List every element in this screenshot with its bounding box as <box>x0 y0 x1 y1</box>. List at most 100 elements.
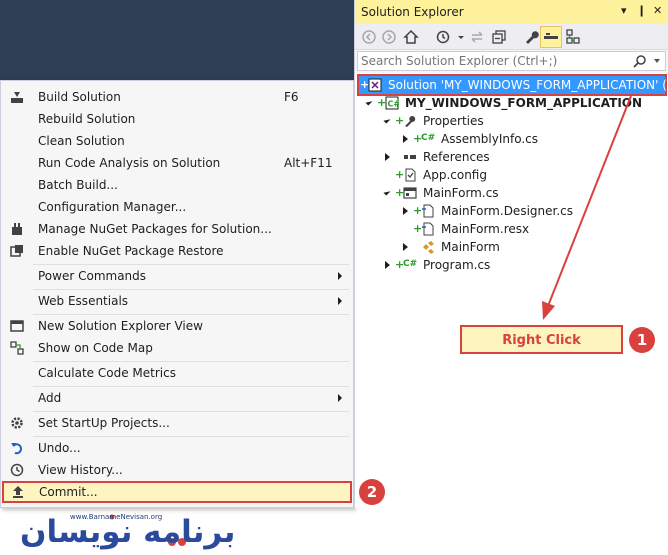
menu-item-label: View History... <box>38 463 123 477</box>
menu-item-web-essentials[interactable]: Web Essentials <box>2 290 352 312</box>
menu-item-label: Power Commands <box>38 269 147 283</box>
menu-item-label: Rebuild Solution <box>38 112 136 126</box>
tree-node-assemblyinfo[interactable]: + C# AssemblyInfo.cs <box>355 130 665 148</box>
menu-item-clean-solution[interactable]: Clean Solution <box>2 130 352 152</box>
search-options-dropdown-icon[interactable] <box>654 59 660 63</box>
menu-item-undo[interactable]: Undo... <box>2 437 352 459</box>
collapse-all-icon[interactable] <box>491 29 507 45</box>
menu-item-calculate-code-metrics[interactable]: Calculate Code Metrics <box>2 362 352 384</box>
solution-tree: + Solution 'MY_WINDOWS_FORM_APPLICATION'… <box>355 73 668 508</box>
expander-open-icon[interactable] <box>383 188 391 196</box>
tree-node-program-cs[interactable]: + C# Program.cs <box>355 256 665 274</box>
menu-item-label: Add <box>38 391 62 405</box>
tree-node-label: Properties <box>423 114 484 128</box>
home-icon[interactable] <box>403 29 419 45</box>
menu-item-commit[interactable]: Commit... <box>2 481 352 503</box>
svg-text:C#: C# <box>388 100 400 109</box>
menu-item-label: Batch Build... <box>38 178 118 192</box>
nuget-icon <box>12 223 22 235</box>
submenu-arrow-icon <box>338 272 342 280</box>
tree-node-label: MainForm <box>441 240 500 254</box>
history-icon[interactable] <box>435 29 451 45</box>
menu-item-set-startup-projects[interactable]: Set StartUp Projects... <box>2 412 352 434</box>
step-badge-2: 2 <box>359 479 385 505</box>
references-icon <box>404 155 416 159</box>
tree-node-properties[interactable]: + Properties <box>355 112 665 130</box>
solution-explorer-search <box>357 51 666 71</box>
ide-background <box>0 0 354 80</box>
panel-title: Solution Explorer <box>361 5 464 19</box>
history-icon <box>10 463 24 477</box>
menu-item-manage-nuget[interactable]: Manage NuGet Packages for Solution... <box>2 218 352 240</box>
csharp-file-icon: C# <box>421 133 436 143</box>
solution-explorer-titlebar: Solution Explorer ▾ ❙ ✕ <box>355 0 668 24</box>
menu-item-shortcut: Alt+F11 <box>284 156 333 170</box>
tree-node-label: AssemblyInfo.cs <box>441 132 539 146</box>
logo-text: برنامه نویسان <box>20 514 236 550</box>
expander-closed-icon[interactable] <box>403 207 408 215</box>
menu-item-rebuild-solution[interactable]: Rebuild Solution <box>2 108 352 130</box>
tree-node-label: Solution 'MY_WINDOWS_FORM_APPLICATION' (… <box>388 78 668 92</box>
solution-context-menu: Build Solution F6 Rebuild Solution Clean… <box>0 80 354 508</box>
menu-item-label: Enable NuGet Package Restore <box>38 244 224 258</box>
menu-item-enable-nuget-restore[interactable]: Enable NuGet Package Restore <box>2 240 352 262</box>
tree-node-mainform-cs[interactable]: + MainForm.cs <box>355 184 665 202</box>
menu-item-run-code-analysis[interactable]: Run Code Analysis on Solution Alt+F11 <box>2 152 352 174</box>
menu-item-label: Set StartUp Projects... <box>38 416 170 430</box>
tree-node-label: References <box>423 150 490 164</box>
menu-item-batch-build[interactable]: Batch Build... <box>2 174 352 196</box>
submenu-arrow-icon <box>338 297 342 305</box>
expander-closed-icon[interactable] <box>385 261 390 269</box>
menu-item-label: Commit... <box>39 485 98 499</box>
resource-file-icon <box>422 222 434 236</box>
designer-file-icon <box>422 204 434 218</box>
undo-icon <box>11 443 23 455</box>
sync-icon[interactable] <box>469 29 485 45</box>
menu-item-build-solution[interactable]: Build Solution F6 <box>2 86 352 108</box>
forward-icon[interactable] <box>381 29 397 45</box>
menu-item-add[interactable]: Add <box>2 387 352 409</box>
menu-item-label: Show on Code Map <box>38 341 153 355</box>
menu-item-label: Manage NuGet Packages for Solution... <box>38 222 272 236</box>
class-icon <box>423 241 434 254</box>
chevron-down-icon[interactable] <box>453 29 469 45</box>
tree-node-mainform-class[interactable]: MainForm <box>355 238 665 256</box>
menu-item-power-commands[interactable]: Power Commands <box>2 265 352 287</box>
tree-node-mainform-resx[interactable]: + MainForm.resx <box>355 220 665 238</box>
wrench-icon[interactable] <box>523 29 539 45</box>
expander-closed-icon[interactable] <box>403 243 408 251</box>
tree-node-label: MY_WINDOWS_FORM_APPLICATION <box>405 96 643 110</box>
tree-node-references[interactable]: References <box>355 148 665 166</box>
tree-node-solution[interactable]: + Solution 'MY_WINDOWS_FORM_APPLICATION'… <box>357 74 668 96</box>
tree-node-label: App.config <box>423 168 487 182</box>
tree-node-project[interactable]: + C# MY_WINDOWS_FORM_APPLICATION <box>355 94 665 112</box>
menu-item-show-on-code-map[interactable]: Show on Code Map <box>2 337 352 359</box>
menu-item-new-solution-explorer-view[interactable]: New Solution Explorer View <box>2 315 352 337</box>
wrench-icon <box>405 116 416 127</box>
search-icon[interactable] <box>633 54 647 68</box>
site-logo: www.BarnameNevisan.org برنامه نویسان <box>0 508 354 555</box>
dropdown-icon[interactable]: ▾ <box>621 4 627 17</box>
config-file-icon <box>405 168 416 182</box>
code-map-icon <box>10 341 24 355</box>
class-diagram-icon[interactable] <box>565 29 581 45</box>
gear-icon <box>11 417 23 429</box>
expander-open-icon[interactable] <box>383 116 391 124</box>
pin-icon[interactable]: ❙ <box>637 4 646 17</box>
tree-node-label: Program.cs <box>423 258 491 272</box>
menu-item-view-history[interactable]: View History... <box>2 459 352 481</box>
back-icon[interactable] <box>361 29 377 45</box>
package-restore-icon <box>10 245 23 257</box>
menu-item-configuration-manager[interactable]: Configuration Manager... <box>2 196 352 218</box>
solution-explorer-panel: Solution Explorer ▾ ❙ ✕ + Solution 'MY_W… <box>354 0 668 508</box>
preview-selected-icon[interactable] <box>543 29 559 45</box>
tree-node-mainform-designer[interactable]: + MainForm.Designer.cs <box>355 202 665 220</box>
menu-item-label: Build Solution <box>38 90 121 104</box>
menu-item-label: Web Essentials <box>38 294 129 308</box>
expander-closed-icon[interactable] <box>385 153 390 161</box>
close-icon[interactable]: ✕ <box>653 4 662 17</box>
expander-closed-icon[interactable] <box>403 135 408 143</box>
tree-node-app-config[interactable]: + App.config <box>355 166 665 184</box>
expander-open-icon[interactable] <box>365 98 373 106</box>
search-input[interactable] <box>358 52 628 70</box>
